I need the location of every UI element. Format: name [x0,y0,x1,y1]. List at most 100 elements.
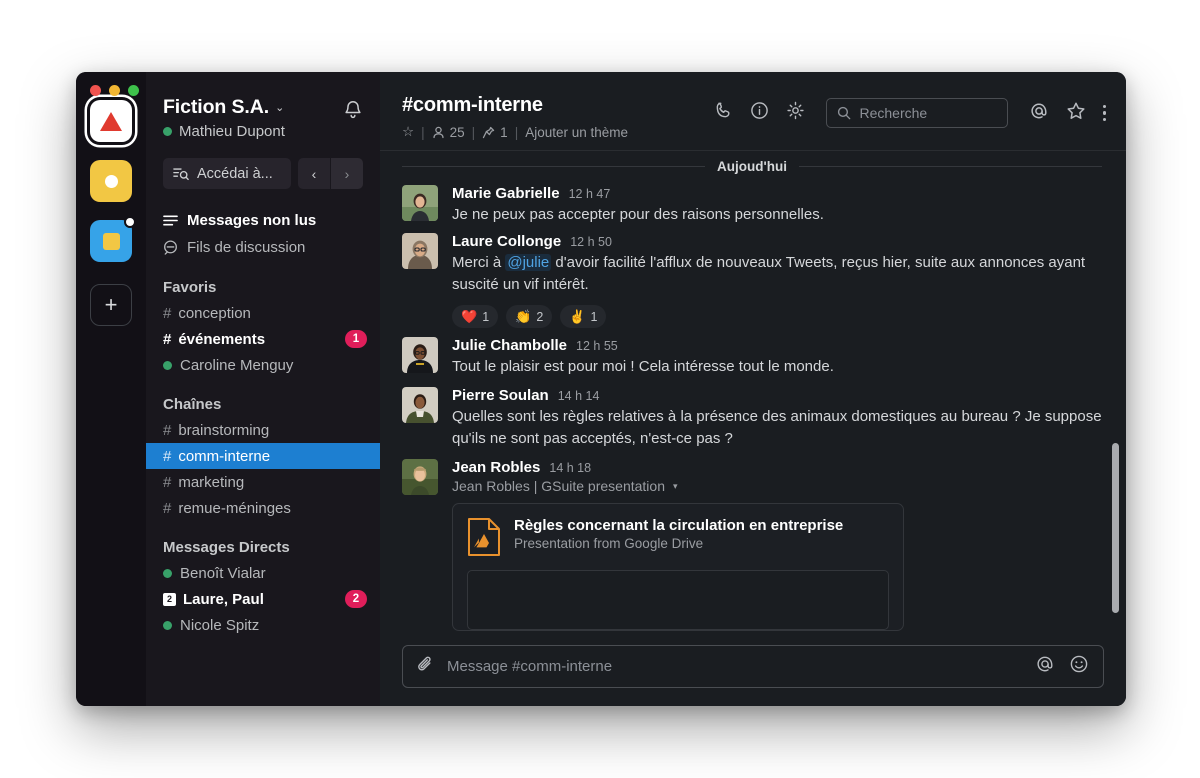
page-title: #comm-interne [402,94,543,116]
message-author[interactable]: Pierre Soulan [452,387,549,404]
mentions-button[interactable] [1029,101,1049,126]
attach-file-button[interactable] [417,655,434,679]
composer-wrapper: Message #comm-interne [380,635,1126,706]
message-text: Merci à @julie d'avoir facilité l'afflux… [452,252,1102,296]
window-controls[interactable] [90,85,139,96]
sidebar: Fiction S.A. ⌄ Mathieu Dupont Accédai à.… [146,72,380,706]
sidebar-item-remue-meninges[interactable]: # remue-méninges [146,495,380,521]
avatar-image [402,185,438,221]
message-author[interactable]: Julie Chambolle [452,337,567,354]
sidebar-item-nicole-spitz[interactable]: Nicole Spitz [146,612,380,638]
nav-forward-button[interactable]: › [331,158,363,189]
chevron-right-icon: › [344,165,350,182]
team-header[interactable]: Fiction S.A. ⌄ Mathieu Dupont [146,96,380,140]
channel-info-button[interactable] [750,101,769,125]
sidebar-item-unreads[interactable]: Messages non lus [163,207,363,234]
avatar[interactable] [402,337,438,374]
message-list-scrollbar[interactable] [1112,443,1119,613]
sidebar-item-brainstorming[interactable]: # brainstorming [146,417,380,443]
chevron-left-icon: ‹ [311,165,317,182]
chevron-down-icon[interactable]: ▾ [673,481,678,492]
avatar[interactable] [402,459,438,496]
message-timestamp: 12 h 55 [576,339,618,354]
message-header: Jean Robles 14 h 18 [452,459,1102,476]
message-author[interactable]: Marie Gabrielle [452,185,560,202]
group-title[interactable]: Favoris [146,279,380,296]
hash-icon: # [163,447,172,465]
search-input[interactable]: Recherche [825,98,1008,128]
add-topic-button[interactable]: Ajouter un thème [525,125,628,140]
team-name-button[interactable]: Fiction S.A. ⌄ [163,96,342,119]
mention-link[interactable]: @julie [505,254,552,272]
add-workspace-button[interactable]: + [90,284,132,326]
message-row: Julie Chambolle 12 h 55 Tout le plaisir … [380,328,1126,378]
sidebar-item-conception[interactable]: # conception [146,300,380,326]
attachment-title[interactable]: Règles concernant la circulation en entr… [514,517,843,534]
team-header-left: Fiction S.A. ⌄ Mathieu Dupont [163,96,342,140]
channel-settings-button[interactable] [786,101,805,125]
workspace-icon-fiction-sa[interactable] [90,100,132,142]
star-icon [1066,102,1085,119]
sidebar-item-marketing[interactable]: # marketing [146,469,380,495]
sidebar-item-caroline-menguy[interactable]: Caroline Menguy [146,352,380,378]
current-user[interactable]: Mathieu Dupont [163,123,342,140]
clap-reaction[interactable]: 👏 2 [506,305,553,329]
screenshot-root: + Fiction S.A. ⌄ Mathieu Dupont Accédai … [0,0,1200,778]
group-title[interactable]: Chaînes [146,396,380,413]
heart-reaction[interactable]: ❤️ 1 [452,305,499,329]
message-header: Pierre Soulan 14 h 14 [452,387,1102,404]
file-attachment-card[interactable]: Règles concernant la circulation en entr… [452,503,904,632]
nav-back-button[interactable]: ‹ [298,158,330,189]
group-title[interactable]: Messages Directs [146,539,380,556]
notifications-bell-button[interactable] [342,99,364,125]
message-list[interactable]: Aujoud'hui Marie Gabrielle 12 h 47 Je ne… [380,151,1126,635]
avatar[interactable] [402,233,438,270]
workspace-icon-yellow[interactable] [90,160,132,202]
sidebar-item-label: Caroline Menguy [180,356,294,374]
members-button[interactable]: 25 [432,125,465,140]
message-author[interactable]: Jean Robles [452,459,540,476]
main-panel: #comm-interne ☆ | 25 | 1 | Ajouter un th… [380,72,1126,706]
message-row: Jean Robles 14 h 18 Jean Robles | GSuite… [380,450,1126,632]
star-channel-button[interactable]: ☆ [402,124,414,140]
call-button[interactable] [714,101,733,125]
minimize-window-button[interactable] [109,85,120,96]
attachment-preview[interactable] [467,570,889,631]
sidebar-item-label: Laure, Paul [183,590,264,608]
jump-to-button[interactable]: Accédai à... [163,158,291,189]
emoji-icon [1070,655,1088,673]
group-dm-count-icon: 2 [163,592,176,606]
channel-meta: ☆ | 25 | 1 | Ajouter un thème [402,124,714,140]
plus-icon: + [104,292,118,317]
sidebar-group-messages-directs: Messages Directs Benoît Vialar 2 Laure, … [146,539,380,638]
maximize-window-button[interactable] [128,85,139,96]
pins-button[interactable]: 1 [482,125,508,140]
avatar-image [402,337,438,374]
message-composer[interactable]: Message #comm-interne [402,645,1104,688]
starred-items-button[interactable] [1066,101,1086,126]
sidebar-item-benoit-vialar[interactable]: Benoît Vialar [146,560,380,586]
search-icon [837,106,850,120]
workspace-rail: + [76,72,146,706]
mentions-icon [1030,103,1047,118]
sidebar-item-comm-interne[interactable]: # comm-interne [146,443,380,469]
channel-header-left: #comm-interne ☆ | 25 | 1 | Ajouter un th… [402,94,714,140]
message-author[interactable]: Laure Collonge [452,233,561,250]
sidebar-item-threads[interactable]: Fils de discussion [163,234,363,261]
avatar[interactable] [402,185,438,221]
message-input[interactable]: Message #comm-interne [447,658,1022,675]
sidebar-item-evenements[interactable]: # événements 1 [146,326,380,352]
workspace-icon-blue[interactable] [90,216,136,262]
pins-count: 1 [500,124,508,140]
avatar[interactable] [402,387,438,424]
close-window-button[interactable] [90,85,101,96]
more-options-button[interactable] [1102,104,1106,122]
mention-button[interactable] [1035,654,1055,679]
message-body: Pierre Soulan 14 h 14 Quelles sont les r… [452,387,1102,450]
victory-reaction[interactable]: ✌️ 1 [560,305,607,329]
message-timestamp: 12 h 47 [568,187,611,201]
sidebar-item-laure-paul[interactable]: 2 Laure, Paul 2 [146,586,380,612]
message-subtitle: Jean Robles | GSuite presentation ▾ [452,478,1102,494]
emoji-button[interactable] [1069,654,1089,679]
sidebar-item-label: Benoît Vialar [180,564,266,582]
